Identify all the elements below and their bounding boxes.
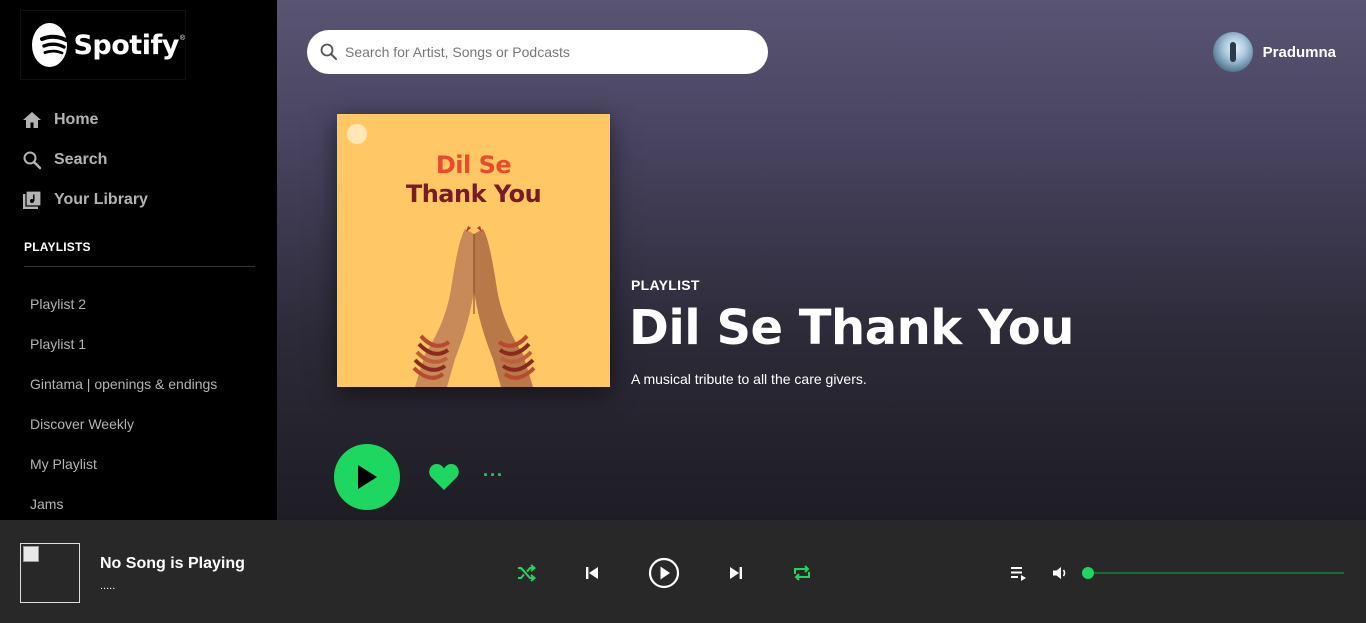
- sidebar: Spotify ® Home Search Your Library PLAYL…: [0, 0, 277, 520]
- sidebar-playlist-item[interactable]: Playlist 2: [30, 284, 217, 324]
- heart-icon[interactable]: [428, 462, 460, 492]
- queue-icon: [1011, 567, 1026, 581]
- shuffle-icon: [518, 564, 537, 582]
- sidebar-playlist-item[interactable]: Gintama | openings & endings: [30, 364, 217, 404]
- sidebar-playlist-item[interactable]: My Playlist: [30, 444, 217, 484]
- nav-item-search[interactable]: Search: [22, 140, 148, 180]
- repeat-button[interactable]: [790, 561, 814, 585]
- volume-slider-track[interactable]: [1088, 572, 1344, 574]
- avatar[interactable]: [1212, 32, 1253, 72]
- sidebar-playlist-item[interactable]: Playlist 1: [30, 324, 217, 364]
- play-pause-button[interactable]: [648, 557, 680, 589]
- sidebar-playlist-item[interactable]: Discover Weekly: [30, 404, 217, 444]
- playlist-description: A musical tribute to all the care givers…: [631, 371, 867, 387]
- now-playing-title: No Song is Playing: [100, 555, 245, 572]
- spotify-app: Spotify ® Home Search Your Library PLAYL…: [0, 0, 1366, 623]
- search-bar[interactable]: [307, 30, 768, 74]
- divider: [24, 266, 255, 267]
- repeat-icon: [794, 565, 810, 581]
- search-input[interactable]: [345, 44, 745, 60]
- library-icon: [23, 190, 42, 209]
- cover-spotify-icon: [347, 124, 367, 144]
- sidebar-playlist-item[interactable]: Jams: [30, 484, 217, 524]
- now-playing-artwork: [20, 543, 80, 603]
- search-icon: [23, 151, 42, 170]
- playlist-title: Dil Se Thank You: [629, 300, 1074, 356]
- volume-slider-handle[interactable]: [1082, 567, 1094, 579]
- brand-trademark: ®: [179, 34, 185, 42]
- nav-item-library[interactable]: Your Library: [22, 180, 148, 220]
- play-icon: [358, 465, 377, 489]
- skip-next-icon: [730, 567, 742, 579]
- playlist-type-label: PLAYLIST: [631, 277, 700, 293]
- volume-button[interactable]: [1049, 562, 1071, 584]
- home-icon: [23, 112, 41, 128]
- skip-previous-icon: [586, 567, 598, 579]
- now-playing-artist: .....: [100, 580, 116, 592]
- nav-item-label: Your Library: [54, 191, 148, 208]
- main-nav: Home Search Your Library: [22, 100, 148, 220]
- user-name: Pradumna: [1262, 43, 1336, 61]
- player-bar: No Song is Playing .....: [0, 520, 1366, 623]
- play-circle-icon: [648, 557, 680, 589]
- nav-item-label: Home: [54, 111, 99, 128]
- playlist-list: Playlist 2 Playlist 1 Gintama | openings…: [30, 284, 217, 524]
- cover-title-line2: Thank You: [405, 180, 542, 208]
- nav-item-home[interactable]: Home: [22, 100, 148, 140]
- nav-item-label: Search: [54, 151, 108, 168]
- brand-name: Spotify: [73, 29, 179, 61]
- shuffle-button[interactable]: [514, 561, 538, 585]
- previous-button[interactable]: [582, 563, 602, 583]
- spotify-logo[interactable]: Spotify ®: [20, 10, 186, 80]
- spotify-logo-icon: [32, 23, 68, 67]
- volume-icon: [1053, 567, 1066, 579]
- queue-button[interactable]: [1008, 562, 1030, 584]
- playlists-heading: PLAYLISTS: [24, 240, 91, 254]
- play-button[interactable]: [334, 444, 400, 510]
- search-icon: [320, 43, 337, 60]
- next-button[interactable]: [726, 563, 746, 583]
- cover-title-line1: Dil Se: [435, 151, 512, 179]
- main-content: Pradumna: [277, 0, 1366, 520]
- playlist-cover: Dil Se Thank You: [337, 114, 610, 387]
- user-menu[interactable]: Pradumna: [1212, 32, 1336, 72]
- more-options-button[interactable]: ···: [483, 466, 504, 484]
